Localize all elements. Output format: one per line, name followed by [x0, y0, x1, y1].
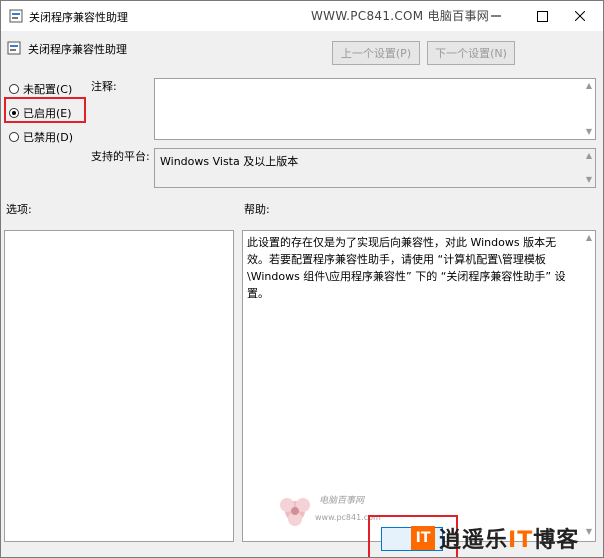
- platform-label: 支持的平台:: [91, 150, 150, 163]
- next-setting-button[interactable]: 下一个设置(N): [427, 41, 515, 65]
- help-text: 此设置的存在仅是为了实现后向兼容性，对此 Windows 版本无效。若要配置程序…: [247, 236, 566, 300]
- radio-label: 未配置(C): [23, 83, 73, 96]
- brand-watermark: IT 逍遥乐IT博客: [411, 521, 579, 555]
- comment-scrollbar[interactable]: ▲ ▼: [580, 79, 595, 139]
- previous-setting-button[interactable]: 上一个设置(P): [332, 41, 420, 65]
- minimize-icon: [491, 15, 501, 17]
- policy-title: 关闭程序兼容性助理: [28, 43, 127, 56]
- brand-logo-icon: IT: [411, 526, 435, 550]
- window-title: 关闭程序兼容性助理: [29, 11, 128, 24]
- platform-field: Windows Vista 及以上版本: [154, 148, 596, 188]
- radio-circle: [9, 84, 19, 94]
- radio-circle: [9, 132, 19, 142]
- help-scrollbar[interactable]: ▲ ▼: [580, 231, 595, 541]
- comment-label: 注释:: [91, 80, 117, 93]
- title-bar: 关闭程序兼容性助理 WWW.PC841.COM 电脑百事网: [1, 1, 603, 31]
- radio-disabled[interactable]: 已禁用(D): [9, 129, 73, 145]
- highlight-box-enabled: [4, 97, 86, 123]
- options-label: 选项:: [6, 203, 32, 216]
- flower-icon: [280, 498, 310, 526]
- help-label: 帮助:: [244, 203, 270, 216]
- scroll-up-arrow-icon: ▲: [585, 151, 592, 160]
- scroll-down-arrow-icon: ▼: [585, 127, 592, 136]
- scroll-up-arrow-icon: ▲: [585, 81, 592, 90]
- scroll-down-arrow-icon: ▼: [585, 527, 592, 536]
- watermark-logo-text: 电脑百事网: [319, 496, 365, 506]
- close-button[interactable]: [557, 1, 603, 31]
- minimize-button[interactable]: [473, 1, 519, 31]
- scroll-down-arrow-icon: ▼: [585, 175, 592, 184]
- radio-label: 已禁用(D): [23, 131, 74, 144]
- platform-scrollbar[interactable]: ▲ ▼: [580, 149, 595, 187]
- brand-name: 逍遥乐IT博客: [439, 528, 580, 553]
- policy-setting-icon: [7, 41, 21, 55]
- site-watermark: WWW.PC841.COM 电脑百事网: [311, 9, 490, 23]
- comment-textarea[interactable]: [154, 78, 596, 140]
- maximize-icon: [536, 10, 548, 22]
- options-panel: [4, 230, 234, 542]
- policy-app-icon: [9, 9, 23, 23]
- close-icon: [575, 11, 585, 21]
- scroll-up-arrow-icon: ▲: [585, 233, 592, 242]
- policy-dialog: 关闭程序兼容性助理 WWW.PC841.COM 电脑百事网 关闭程序兼容性助理 …: [0, 0, 604, 558]
- radio-not-configured[interactable]: 未配置(C): [9, 81, 72, 97]
